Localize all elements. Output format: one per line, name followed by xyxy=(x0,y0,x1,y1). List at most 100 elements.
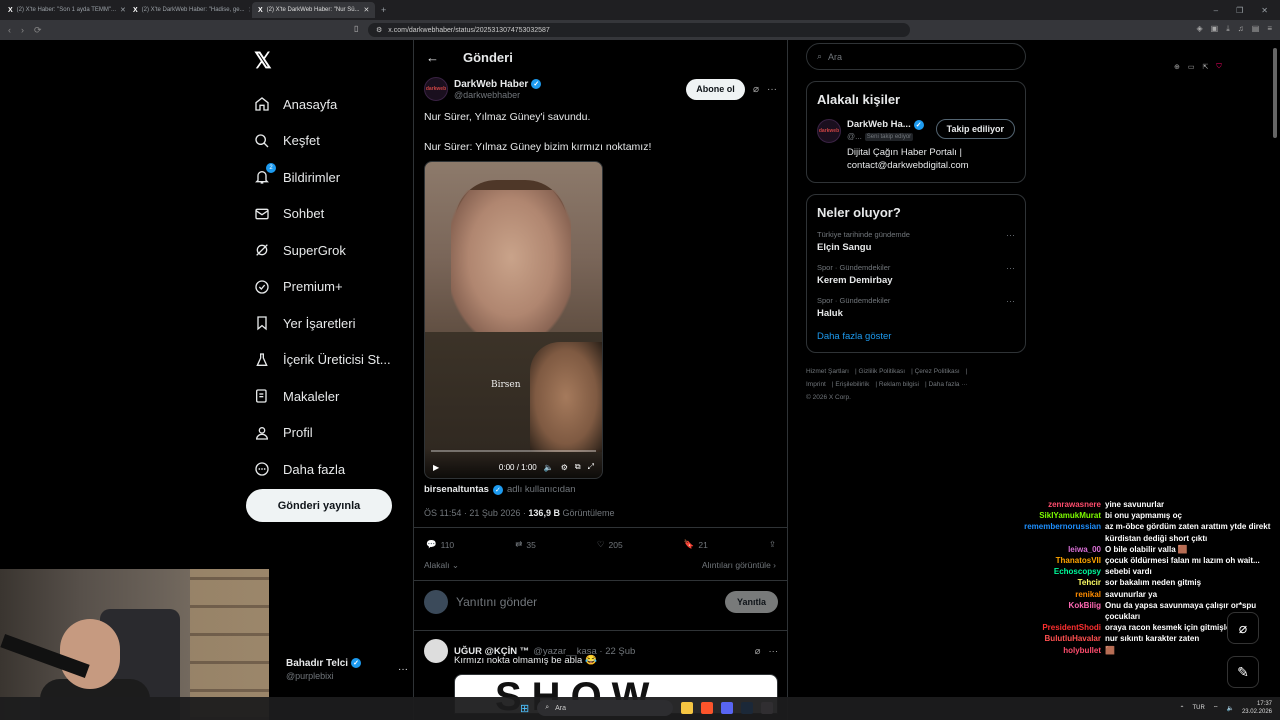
footer-link[interactable]: Hizmet Şartları xyxy=(806,368,849,375)
pip-icon[interactable]: ⧉ xyxy=(575,462,581,472)
menu-icon[interactable]: ≡ xyxy=(1267,24,1272,34)
bookmark-page-icon[interactable]: ▯ xyxy=(354,24,358,33)
nav-item-premium[interactable]: Premium+ xyxy=(246,269,406,306)
zoom-icon[interactable]: ⊕ xyxy=(1174,63,1180,71)
x-logo-icon[interactable]: 𝕏 xyxy=(254,48,406,73)
fullscreen-icon[interactable]: ⤢ xyxy=(588,462,594,472)
grok-icon[interactable]: ⌀ xyxy=(755,646,761,657)
nav-item-explore[interactable]: Keşfet xyxy=(246,123,406,160)
obs-icon[interactable] xyxy=(761,702,774,714)
sidebar-icon[interactable]: ▤ xyxy=(1252,24,1260,34)
reply-tweet[interactable]: UĞUR @KÇİN ™ @yazar__kasa · 22 Şub ⌀ ··· … xyxy=(424,639,778,666)
browser-tab[interactable]: X(2) X'te DarkWeb Haber: "Hadise, ge... ✕ xyxy=(127,2,250,18)
show-more-link[interactable]: Daha fazla göster xyxy=(817,331,1015,342)
nav-item-articles[interactable]: Makaleler xyxy=(246,378,406,415)
like-button[interactable]: ♡ 205 xyxy=(597,539,623,550)
author-name[interactable]: DarkWeb Haber xyxy=(454,79,528,90)
volume-icon[interactable]: 🔈 xyxy=(1226,705,1233,712)
more-options-icon[interactable]: ··· xyxy=(1006,296,1015,319)
nav-item-creator-studio[interactable]: İçerik Üreticisi St... xyxy=(246,342,406,379)
tray-chevron-icon[interactable]: ⌃ xyxy=(1179,705,1184,712)
bookmark-button[interactable]: 🔖 21 xyxy=(684,539,708,550)
more-options-icon[interactable]: ··· xyxy=(769,646,779,657)
video-player[interactable]: Birsen ▶ 0:00 / 1:00 🔈 ⚙ ⧉ ⤢ xyxy=(424,161,603,479)
post-button[interactable]: Gönderi yayınla xyxy=(246,489,392,522)
back-arrow-icon[interactable]: ← xyxy=(426,50,439,65)
share-icon[interactable]: ⇱ xyxy=(1203,63,1209,71)
following-button[interactable]: Takip ediliyor xyxy=(935,119,1015,139)
new-tab-icon[interactable]: + xyxy=(381,5,386,15)
reply-submit-button[interactable]: Yanıtla xyxy=(725,591,778,613)
close-icon[interactable]: ✕ xyxy=(249,6,250,14)
browser-tab[interactable]: X (2) X'te Haber: "Son 1 ayda TEMM"... ✕ xyxy=(2,2,125,18)
reload-icon[interactable]: ⟳ xyxy=(34,25,42,36)
more-options-icon[interactable]: ··· xyxy=(1006,230,1015,253)
nav-item-supergrok[interactable]: SuperGrok xyxy=(246,232,406,269)
person-name[interactable]: DarkWeb Ha... xyxy=(847,119,911,130)
trend-item[interactable]: Türkiye tarihinde gündemde Elçin Sangu ··… xyxy=(817,230,1015,253)
avatar[interactable]: darkweb xyxy=(424,77,448,101)
close-icon[interactable]: ✕ xyxy=(120,6,125,14)
reply-input[interactable]: Yanıtını gönder xyxy=(456,595,537,609)
footer-link[interactable]: Reklam bilgisi xyxy=(879,381,919,388)
credit-user[interactable]: birsenaltuntas xyxy=(424,484,489,495)
compose-icon[interactable]: ✎ xyxy=(1227,656,1259,688)
grok-icon[interactable]: ⌀ xyxy=(1227,612,1259,644)
taskbar-search[interactable]: ⌕ Ara xyxy=(537,700,674,716)
music-icon[interactable]: ♫ xyxy=(1238,24,1244,34)
quotes-link[interactable]: Alıntıları görüntüle › xyxy=(702,560,776,571)
footer-link[interactable]: Gizlilik Politikası xyxy=(858,368,905,375)
subscribe-button[interactable]: Abone ol xyxy=(685,78,745,100)
wallet-icon[interactable]: ▣ xyxy=(1211,24,1219,34)
avatar[interactable] xyxy=(424,639,448,663)
share-button[interactable]: ⇪ xyxy=(769,539,776,550)
file-explorer-icon[interactable] xyxy=(681,702,694,714)
more-options-icon[interactable]: ··· xyxy=(767,84,777,95)
clock[interactable]: 17:37 23.02.2026 xyxy=(1242,700,1272,716)
nav-item-messages[interactable]: Sohbet xyxy=(246,196,406,233)
nav-item-home[interactable]: Anasayfa xyxy=(246,86,406,123)
timestamp[interactable]: ÖS 11:54 · 21 Şub 2026 · xyxy=(424,508,526,518)
grok-icon[interactable]: ⌀ xyxy=(753,84,759,95)
windows-start-icon[interactable]: ⊞ xyxy=(520,702,529,715)
footer-link[interactable]: Daha fazla ··· xyxy=(928,381,967,388)
close-icon[interactable]: ✕ xyxy=(364,6,370,14)
more-options-icon[interactable]: ··· xyxy=(1006,263,1015,286)
trend-item[interactable]: Spor · Gündemdekiler Kerem Demirbay ··· xyxy=(817,263,1015,286)
brave-shield-icon[interactable]: ⛉ xyxy=(1216,63,1221,71)
wifi-icon[interactable]: ⌔ xyxy=(1213,704,1219,712)
author-handle[interactable]: @darkwebhaber xyxy=(454,90,541,100)
url-field[interactable]: ⚙ x.com/darkwebhaber/status/202531307475… xyxy=(368,23,1222,71)
avatar[interactable]: darkweb xyxy=(817,119,841,143)
reply-button[interactable]: 💬 110 xyxy=(426,539,454,550)
related-person[interactable]: darkweb DarkWeb Ha... ✓ @... Seni takip ed… xyxy=(817,119,1015,143)
forward-icon[interactable]: › xyxy=(21,25,24,36)
nav-item-notifications[interactable]: 2 Bildirimler xyxy=(246,159,406,196)
nav-item-bookmarks[interactable]: Yer İşaretleri xyxy=(246,305,406,342)
scrollbar-thumb[interactable] xyxy=(1273,48,1277,138)
settings-icon[interactable]: ⚙ xyxy=(561,463,568,472)
nav-item-profile[interactable]: Profil xyxy=(246,415,406,452)
trend-item[interactable]: Spor · Gündemdekiler Haluk ··· xyxy=(817,296,1015,319)
discord-icon[interactable] xyxy=(721,702,734,714)
play-icon[interactable]: ▶ xyxy=(433,463,439,472)
footer-link[interactable]: Imprint xyxy=(806,381,826,388)
cast-icon[interactable]: ▭ xyxy=(1188,63,1195,71)
volume-icon[interactable]: 🔈 xyxy=(544,463,554,472)
scrollbar[interactable] xyxy=(1272,42,1278,142)
account-switcher[interactable]: Bahadır Telci ✓ @purplebixi ··· xyxy=(260,652,408,686)
brave-icon[interactable] xyxy=(701,702,714,714)
site-settings-icon[interactable]: ⚙ xyxy=(376,26,382,34)
footer-link[interactable]: Erişilebilirlik xyxy=(835,381,869,388)
extension-icon[interactable]: ◈ xyxy=(1197,24,1203,34)
steam-icon[interactable] xyxy=(741,702,754,714)
browser-tab-active[interactable]: X (2) X'te DarkWeb Haber: "Nur Sü... ✕ xyxy=(252,2,375,18)
close-window-icon[interactable]: ✕ xyxy=(1261,6,1268,15)
back-icon[interactable]: ‹ xyxy=(8,25,11,36)
related-link[interactable]: Alakalı ⌄ xyxy=(424,560,459,571)
search-input[interactable]: ⌕ Ara xyxy=(806,43,1026,70)
language-indicator[interactable]: TUR xyxy=(1193,705,1205,711)
minimize-icon[interactable]: – xyxy=(1214,6,1218,15)
maximize-icon[interactable]: ❐ xyxy=(1236,6,1243,15)
footer-link[interactable]: Çerez Politikası xyxy=(915,368,960,375)
